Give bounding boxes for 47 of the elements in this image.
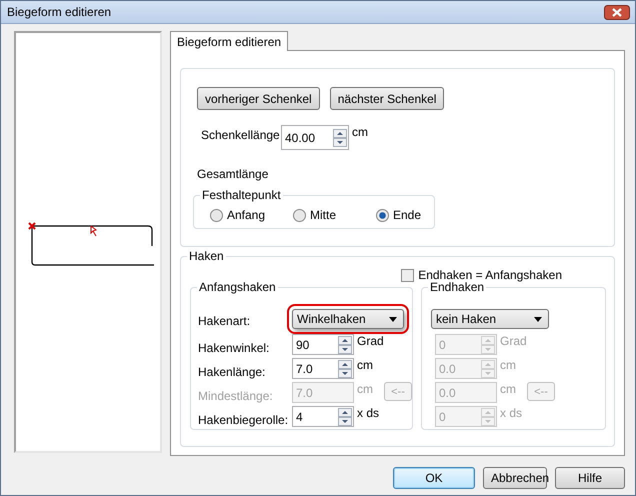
window-title: Biegeform editieren: [7, 5, 112, 19]
field-label: Hakenart:: [198, 313, 252, 328]
dialog-button[interactable]: OK: [393, 467, 475, 489]
group-title: Anfangshaken: [197, 280, 278, 294]
radio-option[interactable]: Ende: [376, 208, 422, 222]
segment-button[interactable]: vorheriger Schenkel: [197, 87, 320, 110]
number-field[interactable]: 90: [292, 334, 354, 355]
unit-label: Grad: [356, 334, 385, 348]
dialog-button[interactable]: Hilfe: [555, 467, 625, 489]
tab[interactable]: Biegeform editieren: [170, 31, 288, 51]
total-length-label: Gesamtlänge: [197, 167, 270, 181]
spinner-icon[interactable]: [338, 360, 352, 378]
radio-icon[interactable]: [210, 208, 223, 222]
checkbox[interactable]: [401, 268, 414, 282]
field-label: Mindestlänge:: [198, 388, 274, 403]
spinner-icon[interactable]: [338, 408, 352, 426]
field-label: Schenkellänge: [201, 127, 281, 142]
spinner-icon[interactable]: [338, 336, 352, 354]
unit-label: cm: [499, 382, 517, 396]
unit-label: cm: [499, 358, 517, 372]
segment-button[interactable]: nächster Schenkel: [330, 87, 444, 110]
spinner-icon[interactable]: [333, 128, 347, 146]
radio-option[interactable]: Mitte: [293, 208, 376, 222]
radio-icon[interactable]: [376, 208, 389, 222]
unit-label: Grad: [499, 334, 528, 348]
unit-label: x ds: [499, 406, 524, 420]
field-label: Hakenwinkel:: [198, 340, 270, 355]
number-field[interactable]: 4: [292, 406, 354, 427]
unit-label: cm: [351, 125, 369, 139]
unit-label: cm: [356, 358, 374, 372]
group-title: Festhaltepunkt: [200, 188, 283, 202]
dropdown[interactable]: kein Haken: [431, 309, 549, 329]
radio-option[interactable]: Anfang: [210, 208, 293, 222]
group-title: Haken: [187, 249, 226, 263]
field-label: Hakenbiegerolle:: [198, 412, 290, 427]
dropdown-arrow-icon: [389, 316, 397, 322]
unit-label: x ds: [356, 406, 380, 420]
unit-label: cm: [356, 382, 374, 396]
number-field[interactable]: 40.00: [281, 125, 349, 150]
number-field[interactable]: 7.0: [292, 358, 354, 379]
dropdown-arrow-icon: [534, 316, 542, 322]
radio-icon[interactable]: [293, 208, 306, 222]
group-title: Endhaken: [428, 280, 486, 294]
dialog-button[interactable]: Abbrechen: [483, 467, 547, 489]
field-label: Hakenlänge:: [198, 364, 266, 379]
checkbox-label: Endhaken = Anfangshaken: [418, 268, 562, 282]
close-icon[interactable]: [604, 4, 630, 20]
